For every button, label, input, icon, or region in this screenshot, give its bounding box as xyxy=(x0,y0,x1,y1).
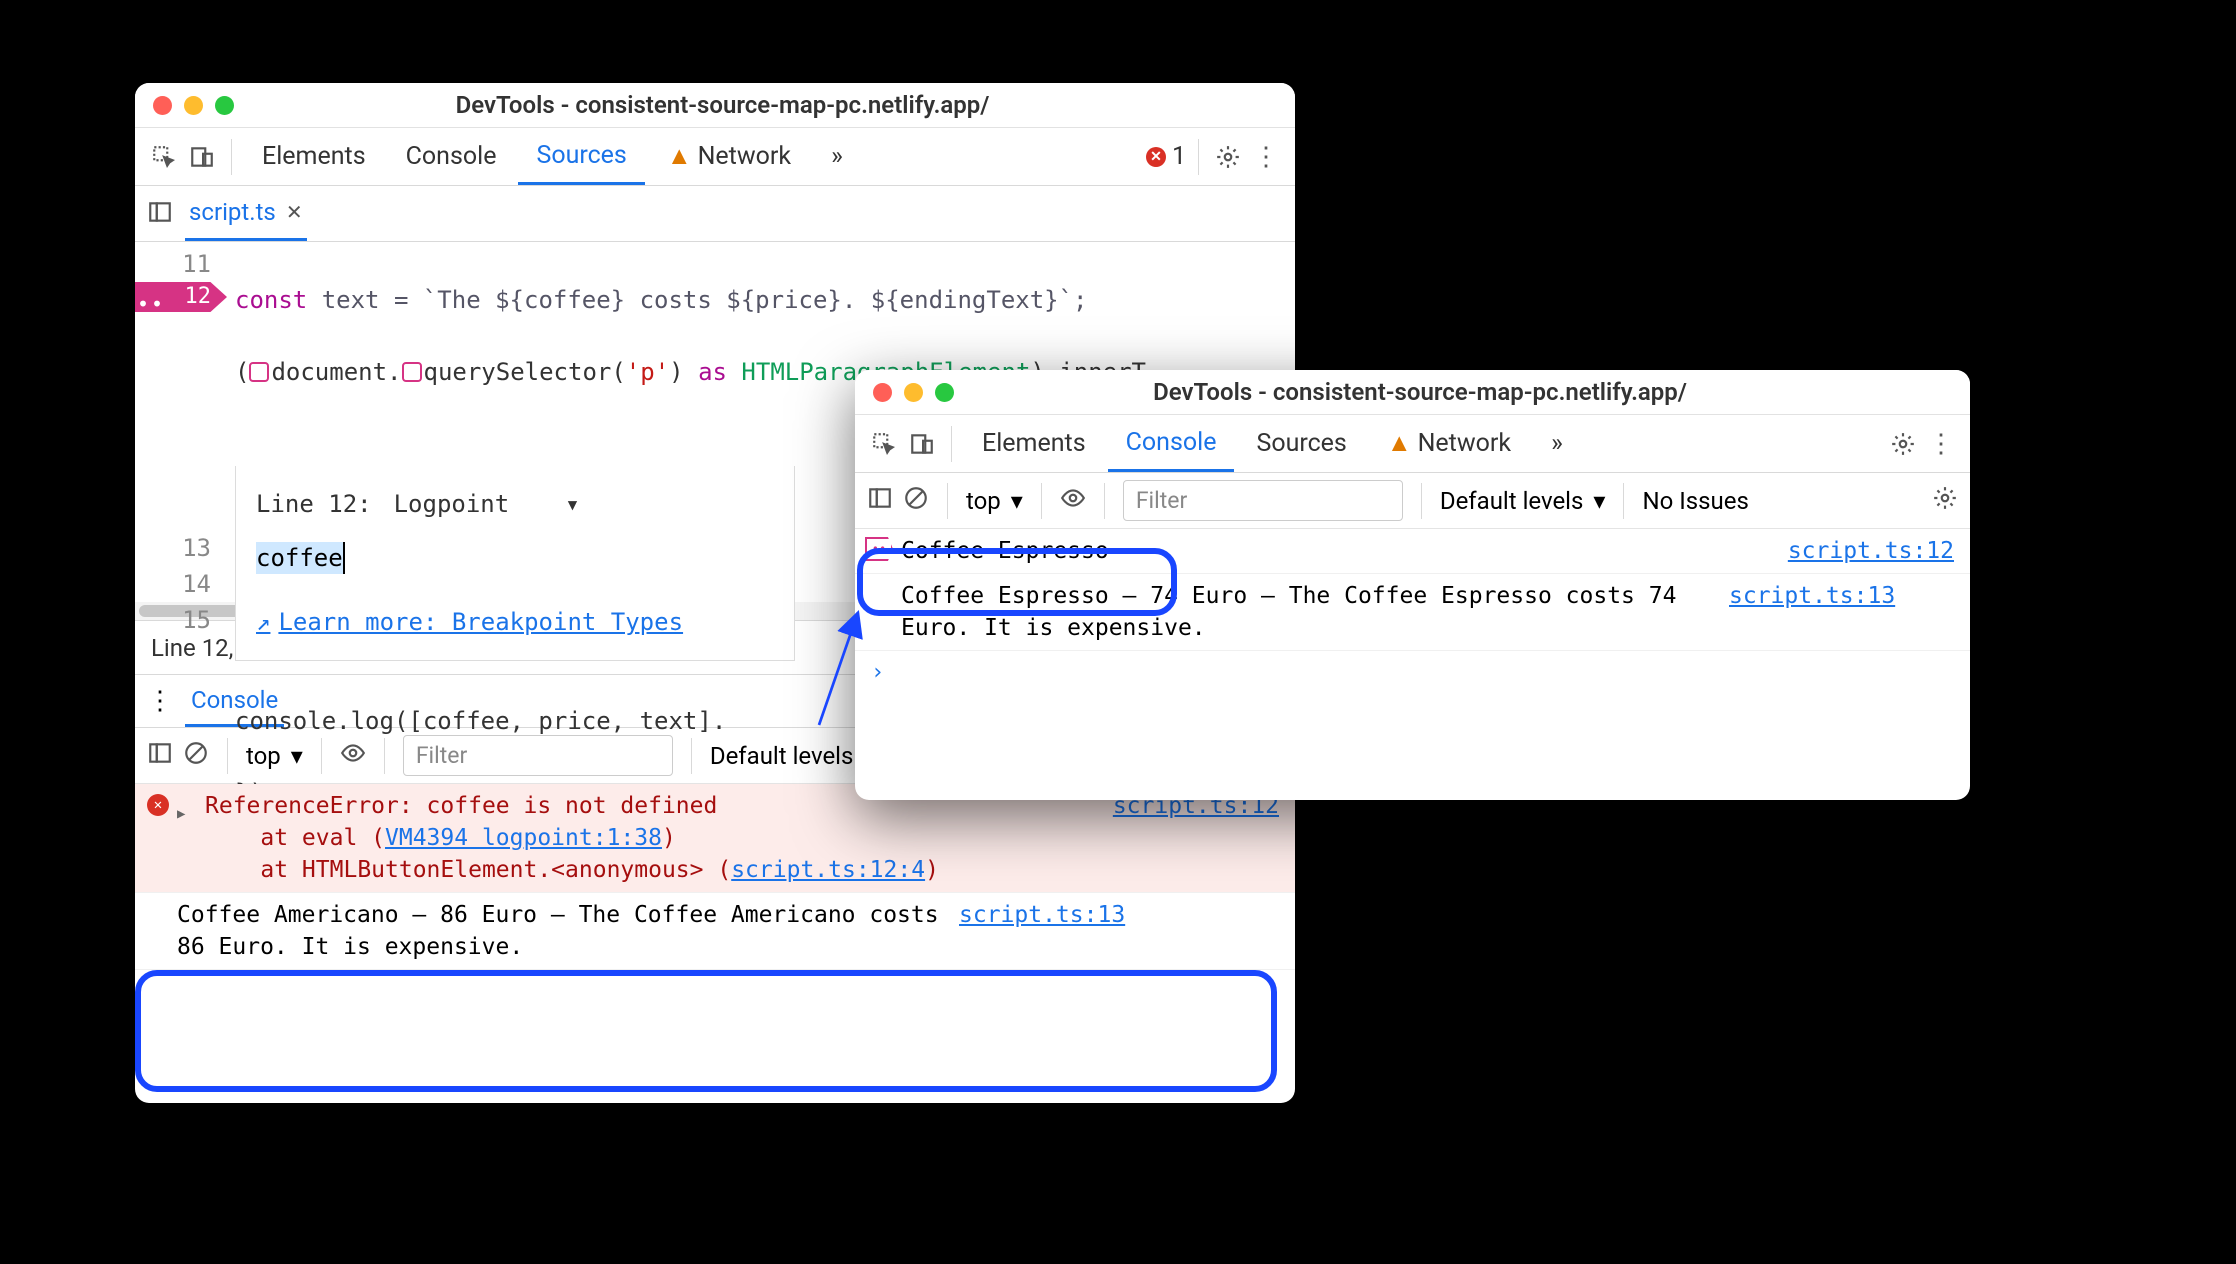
inspect-icon[interactable] xyxy=(147,140,181,174)
logpoint-dots-icon: •• xyxy=(137,286,165,322)
learn-more-link[interactable]: ↗ Learn more: Breakpoint Types xyxy=(256,604,774,640)
inspect-icon[interactable] xyxy=(867,427,901,461)
tab-network[interactable]: ▲ Network xyxy=(649,128,809,185)
console-logpoint-row[interactable]: •• Coffee Espresso script.ts:12 xyxy=(855,529,1970,574)
chevron-down-icon: ▾ xyxy=(565,486,579,522)
tab-console[interactable]: Console xyxy=(388,128,515,185)
issues-label[interactable]: No Issues xyxy=(1642,487,1748,515)
window-title: DevTools - consistent-source-map-pc.netl… xyxy=(168,91,1277,119)
menu-icon[interactable]: ⋮ xyxy=(1924,427,1958,461)
console-log-row[interactable]: Coffee Americano — 86 Euro — The Coffee … xyxy=(135,893,1295,970)
tab-sources[interactable]: Sources xyxy=(518,128,644,185)
file-tabs: script.ts ✕ xyxy=(135,186,1295,242)
error-icon: ✕ xyxy=(1146,147,1166,167)
tab-network[interactable]: ▲ Network xyxy=(1369,415,1529,472)
navigator-icon[interactable] xyxy=(147,199,173,229)
console-toolbar: top▾ Filter Default levels▾ No Issues xyxy=(855,473,1970,529)
source-link[interactable]: script.ts:12 xyxy=(1788,535,1954,567)
panel-tabs: Elements Console Sources ▲ Network » ✕ 1… xyxy=(135,128,1295,186)
device-icon[interactable] xyxy=(185,140,219,174)
tab-console[interactable]: Console xyxy=(1108,415,1235,472)
gear-icon[interactable] xyxy=(1932,485,1958,517)
eye-icon[interactable] xyxy=(1060,485,1086,517)
filter-input[interactable]: Filter xyxy=(1123,480,1403,521)
error-count[interactable]: ✕ 1 xyxy=(1146,142,1186,171)
error-icon: ✕ xyxy=(147,794,169,816)
logpoint-input[interactable]: coffee xyxy=(256,542,345,574)
sidebar-icon[interactable] xyxy=(867,485,893,517)
console-prompt[interactable]: › xyxy=(855,651,1970,693)
gear-icon[interactable] xyxy=(1886,427,1920,461)
chevron-down-icon: ▾ xyxy=(1593,487,1605,515)
logpoint-icon: •• xyxy=(865,537,893,561)
tabs-more[interactable]: » xyxy=(1533,415,1581,472)
levels-select[interactable]: Default levels▾ xyxy=(1440,487,1606,515)
expand-icon[interactable]: ▶ xyxy=(177,798,185,830)
log-message: Coffee Espresso xyxy=(897,535,1776,567)
log-message: Coffee Espresso — 74 Euro — The Coffee E… xyxy=(897,580,1717,644)
warning-icon: ▲ xyxy=(1387,429,1412,458)
window-title: DevTools - consistent-source-map-pc.netl… xyxy=(888,378,1952,406)
clear-icon[interactable] xyxy=(903,485,929,517)
source-link[interactable]: script.ts:12 xyxy=(1113,790,1279,886)
error-message: ReferenceError: coffee is not defined at… xyxy=(177,790,1101,886)
chevron-down-icon: ▾ xyxy=(1011,487,1023,515)
tab-elements[interactable]: Elements xyxy=(244,128,384,185)
console-body: •• Coffee Espresso script.ts:12 Coffee E… xyxy=(855,529,1970,693)
tabs-more[interactable]: » xyxy=(813,128,861,185)
gear-icon[interactable] xyxy=(1211,140,1245,174)
titlebar[interactable]: DevTools - consistent-source-map-pc.netl… xyxy=(855,370,1970,415)
source-link[interactable]: script.ts:13 xyxy=(1729,580,1895,644)
stack-link[interactable]: VM4394 logpoint:1:38 xyxy=(385,825,662,851)
source-link[interactable]: script.ts:13 xyxy=(959,899,1125,963)
warning-icon: ▲ xyxy=(667,142,692,171)
annotation-arrow-icon xyxy=(760,608,920,728)
tab-elements[interactable]: Elements xyxy=(964,415,1104,472)
log-message: Coffee Americano — 86 Euro — The Coffee … xyxy=(177,899,947,963)
logpoint-panel: Line 12: Logpoint ▾ coffee ↗ Learn more:… xyxy=(235,466,795,661)
stack-link[interactable]: script.ts:12:4 xyxy=(731,857,925,883)
menu-icon[interactable]: ⋮ xyxy=(1249,140,1283,174)
tab-sources[interactable]: Sources xyxy=(1238,415,1364,472)
device-icon[interactable] xyxy=(905,427,939,461)
external-link-icon: ↗ xyxy=(256,604,270,640)
context-select[interactable]: top▾ xyxy=(966,487,1023,515)
devtools-window-console: DevTools - consistent-source-map-pc.netl… xyxy=(855,370,1970,800)
panel-tabs: Elements Console Sources ▲ Network » ⋮ xyxy=(855,415,1970,473)
console-body: ✕ ▶ ReferenceError: coffee is not define… xyxy=(135,784,1295,970)
close-icon[interactable]: ✕ xyxy=(286,200,303,224)
console-error-row[interactable]: ✕ ▶ ReferenceError: coffee is not define… xyxy=(135,784,1295,893)
breakpoint-type-select[interactable]: Logpoint ▾ xyxy=(386,482,588,526)
console-log-row[interactable]: Coffee Espresso — 74 Euro — The Coffee E… xyxy=(855,574,1970,651)
file-tab-script[interactable]: script.ts ✕ xyxy=(185,186,307,241)
logpoint-line-label: Line 12: xyxy=(256,486,372,522)
titlebar[interactable]: DevTools - consistent-source-map-pc.netl… xyxy=(135,83,1295,128)
